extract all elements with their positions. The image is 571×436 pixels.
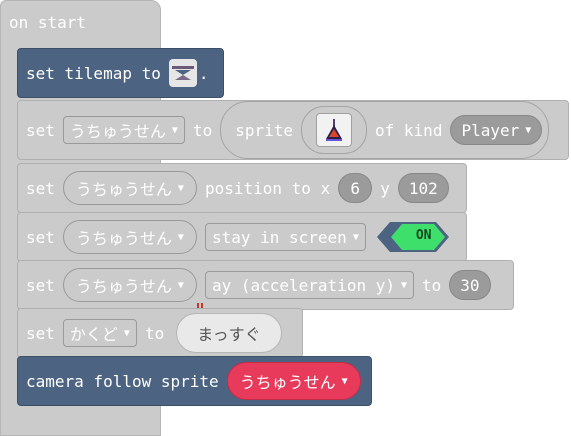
of-kind-label: of kind: [375, 120, 443, 140]
set-angle-block[interactable]: set かくど ▼ to まっすぐ: [17, 308, 303, 358]
y-label: y: [380, 178, 390, 198]
y-input[interactable]: 102: [397, 173, 449, 203]
caret-down-icon: ▼: [177, 231, 184, 243]
set-label: set: [26, 323, 55, 343]
sprite-image-picker[interactable]: [301, 106, 368, 154]
set-tilemap-label: set tilemap to: [26, 63, 161, 83]
set-label: set: [26, 227, 55, 247]
variable-name: うちゅうせん: [75, 277, 172, 296]
kind-name: Player: [461, 120, 520, 140]
set-stay-in-screen-block[interactable]: set うちゅうせん ▼ stay in screen ▼ ON: [17, 212, 467, 262]
property-name: ay (acceleration y): [211, 275, 395, 295]
property-dropdown[interactable]: stay in screen ▼: [204, 223, 366, 251]
variable-name: うちゅうせん: [239, 373, 336, 392]
set-sprite-block[interactable]: set うちゅうせん ▼ to sprite of kind Player ▼: [17, 100, 569, 160]
rocket-icon: [326, 119, 343, 141]
caret-down-icon: ▼: [171, 124, 178, 136]
tilemap-icon: [171, 66, 194, 80]
position-label: position to x: [204, 178, 331, 198]
to-label: to: [422, 275, 442, 295]
caret-down-icon: ▼: [352, 231, 359, 243]
acceleration-value: 30: [460, 275, 480, 295]
direction-value-input[interactable]: まっすぐ: [176, 313, 282, 353]
on-start-label: on start: [9, 13, 87, 32]
toggle-hex[interactable]: ON: [376, 221, 450, 253]
set-label: set: [26, 178, 55, 198]
set-acceleration-block[interactable]: set うちゅうせん ▼ ay (acceleration y) ▼ to 30: [17, 260, 514, 310]
x-input[interactable]: 6: [338, 173, 373, 203]
sprite-thumbnail: [316, 113, 353, 147]
property-name: stay in screen: [211, 227, 347, 247]
acceleration-input[interactable]: 30: [449, 270, 491, 300]
toggle-background-shape: [376, 222, 449, 252]
sprite-variable-dropdown[interactable]: うちゅうせん ▼: [62, 268, 197, 302]
set-label: set: [26, 120, 55, 140]
variable-name: うちゅうせん: [75, 229, 172, 248]
set-label: set: [26, 275, 55, 295]
set-tilemap-block[interactable]: set tilemap to .: [17, 48, 224, 98]
caret-down-icon: ▼: [341, 375, 348, 387]
caret-down-icon: ▼: [123, 327, 130, 339]
tilemap-thumbnail[interactable]: [168, 59, 197, 87]
kind-dropdown[interactable]: Player ▼: [450, 115, 543, 145]
to-label: to: [192, 120, 213, 140]
sprite-label: sprite: [235, 120, 294, 140]
property-dropdown[interactable]: ay (acceleration y) ▼: [204, 271, 415, 299]
sprite-variable-dropdown[interactable]: うちゅうせん ▼: [62, 220, 197, 254]
camera-follow-block[interactable]: camera follow sprite うちゅうせん ▼: [17, 356, 372, 406]
caret-down-icon: ▼: [177, 182, 184, 194]
caret-down-icon: ▼: [400, 279, 408, 291]
caret-down-icon: ▼: [525, 124, 532, 136]
variable-name: うちゅうせん: [75, 180, 172, 199]
variable-dropdown[interactable]: かくど ▼: [62, 319, 137, 347]
y-value: 102: [408, 178, 438, 198]
camera-follow-label: camera follow sprite: [26, 371, 219, 391]
variable-name: かくど: [69, 325, 118, 344]
caret-down-icon: ▼: [177, 279, 184, 291]
tilemap-dot: .: [198, 63, 209, 83]
sprite-create-reporter[interactable]: sprite of kind Player ▼: [220, 101, 550, 159]
set-position-block[interactable]: set うちゅうせん ▼ position to x 6 y 102: [17, 163, 467, 213]
direction-value: まっすぐ: [197, 325, 261, 344]
toggle-state-label: ON: [415, 228, 432, 243]
sprite-variable-dropdown[interactable]: うちゅうせん ▼: [226, 362, 361, 400]
variable-dropdown[interactable]: うちゅうせん ▼: [62, 116, 185, 144]
sprite-variable-dropdown[interactable]: うちゅうせん ▼: [62, 171, 197, 205]
variable-name: うちゅうせん: [69, 122, 166, 141]
to-label: to: [144, 323, 165, 343]
x-value: 6: [350, 178, 360, 198]
